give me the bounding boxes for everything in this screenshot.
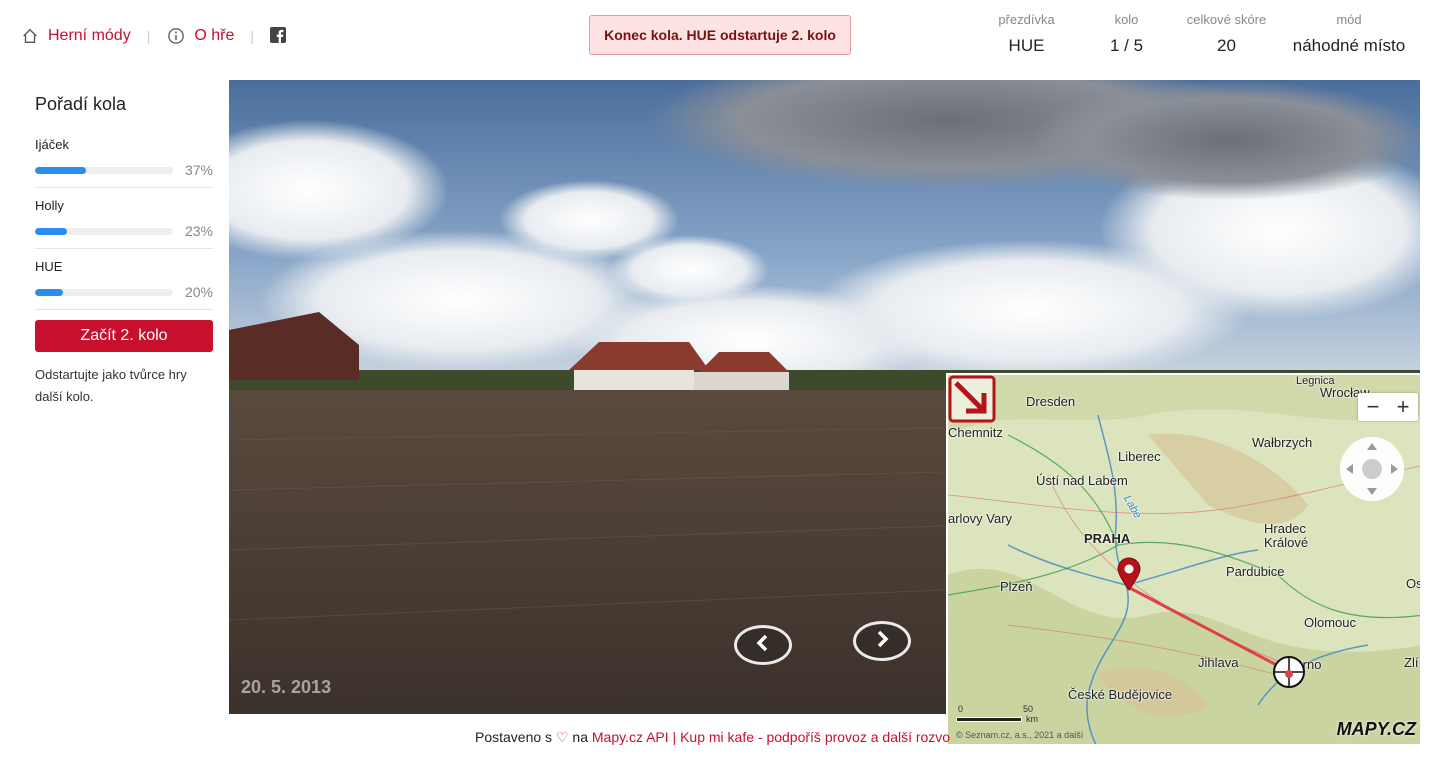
player-percent: 37% xyxy=(184,162,213,178)
nav-game-modes-label: Herní módy xyxy=(48,27,131,44)
zoom-out-button[interactable]: − xyxy=(1358,393,1388,421)
footer-separator: | xyxy=(672,729,677,745)
stat-nickname-value: HUE xyxy=(1008,36,1045,55)
buy-coffee-link[interactable]: Kup mi kafe - podpoříš provoz a další ro… xyxy=(680,729,950,745)
pano-next-button[interactable] xyxy=(853,621,911,661)
pano-previous-button[interactable] xyxy=(734,625,792,665)
stat-round-value: 1 / 5 xyxy=(1109,36,1144,55)
info-icon xyxy=(166,26,186,46)
stat-round: kolo 1 / 5 xyxy=(1079,12,1174,56)
nav-game-modes[interactable]: Herní módy xyxy=(20,26,131,46)
chevron-right-icon xyxy=(872,629,892,654)
map-label: Zlí xyxy=(1404,655,1419,670)
footer: Postaveno s ♡ na Mapy.cz API | Kup mi ka… xyxy=(475,729,950,746)
round-ranking-sidebar: Pořadí kola Ijáček 37% Holly 23% HUE 20%… xyxy=(35,80,213,408)
zoom-controls: − + xyxy=(1358,393,1418,421)
player-percent: 23% xyxy=(184,223,213,239)
map-label: Dresden xyxy=(1026,394,1076,409)
stat-mode-value: náhodné místo xyxy=(1292,36,1406,55)
guess-pin-icon xyxy=(1117,557,1141,591)
score-bar-fill xyxy=(35,288,63,296)
map-label: Liberec xyxy=(1118,449,1161,464)
map-terrain xyxy=(948,375,1420,744)
score-bar xyxy=(35,227,173,235)
map-label: Chemnitz xyxy=(948,425,1003,440)
map-label: arlovy Vary xyxy=(948,511,1013,526)
map-label: PRAHA xyxy=(1084,531,1131,546)
nav-separator: | xyxy=(250,28,254,44)
player-row: HUE 20% xyxy=(35,259,213,310)
mapy-api-link[interactable]: Mapy.cz API xyxy=(592,729,669,745)
collapse-map-button[interactable] xyxy=(948,375,996,423)
player-row: Ijáček 37% xyxy=(35,137,213,188)
stat-nickname-label: přezdívka xyxy=(998,12,1055,27)
facebook-icon[interactable] xyxy=(270,27,288,45)
stat-round-label: kolo xyxy=(1114,12,1139,27)
player-percent: 20% xyxy=(184,284,213,300)
score-bar-fill xyxy=(35,166,87,174)
map-label: Olomouc xyxy=(1304,615,1357,630)
zoom-in-button[interactable]: + xyxy=(1388,393,1418,421)
panorama-date: 20. 5. 2013 xyxy=(241,677,332,697)
target-location-icon xyxy=(1273,656,1305,688)
stat-score-label: celkové skóre xyxy=(1186,12,1267,27)
stat-score: celkové skóre 20 xyxy=(1174,12,1279,56)
map-label: Jihlava xyxy=(1198,655,1239,670)
footer-on: na xyxy=(572,729,588,745)
nav-separator: | xyxy=(146,28,151,44)
nav-about-label: O hře xyxy=(194,27,235,44)
stat-mode-label: mód xyxy=(1336,12,1362,27)
chevron-left-icon xyxy=(753,633,773,658)
home-icon xyxy=(20,26,40,46)
mapy-cz-logo: MAPY.CZ xyxy=(1336,719,1416,739)
heart-icon: ♡ xyxy=(555,729,569,745)
player-name: Ijáček xyxy=(35,137,69,152)
scale-start: 0 xyxy=(958,704,964,714)
score-bar xyxy=(35,166,173,174)
scale-end: 50 xyxy=(1023,704,1034,714)
map-label: Králové xyxy=(1264,535,1309,550)
map-label: Plzeň xyxy=(1000,579,1033,594)
top-nav: Herní módy | O hře | xyxy=(20,24,288,48)
map-scale: 0 50 km xyxy=(956,704,1038,724)
header: Herní módy | O hře | Konec kola. HUE ods… xyxy=(0,0,1439,72)
stat-mode: mód náhodné místo xyxy=(1279,12,1419,56)
map-label: Os xyxy=(1406,576,1422,591)
round-status-alert: Konec kola. HUE odstartuje 2. kolo xyxy=(589,15,851,55)
start-round-button[interactable]: Začít 2. kolo xyxy=(35,320,213,352)
map-attribution[interactable]: © Seznam.cz, a.s., 2021 a další xyxy=(956,730,1083,740)
map-label: Wałbrzych xyxy=(1252,435,1313,450)
player-name: Holly xyxy=(35,198,64,213)
stat-nickname: přezdívka HUE xyxy=(974,12,1079,56)
scale-unit: km xyxy=(1026,714,1038,724)
nav-about[interactable]: O hře xyxy=(166,26,234,46)
stat-score-value: 20 xyxy=(1217,36,1236,55)
footer-built-with: Postaveno s xyxy=(475,729,553,745)
sidebar-title: Pořadí kola xyxy=(35,94,127,114)
map-label: České Budějovice xyxy=(1068,687,1173,702)
map-label: Hradec xyxy=(1264,521,1306,536)
start-round-hint: Odstartujte jako tvůrce hry další kolo. xyxy=(35,367,187,404)
arrow-down-right-icon xyxy=(948,375,996,423)
score-bar-fill xyxy=(35,227,67,235)
compass-icon xyxy=(1346,443,1398,495)
player-name: HUE xyxy=(35,259,63,274)
map-label: Ústí nad Labem xyxy=(1036,473,1128,488)
compass-control[interactable] xyxy=(1340,437,1404,501)
player-row: Holly 23% xyxy=(35,198,213,249)
game-stats: přezdívka HUE kolo 1 / 5 celkové skóre 2… xyxy=(974,12,1419,56)
guess-map[interactable]: Legnica Wrocław Dresden Chemnitz Wałbrzy… xyxy=(946,373,1422,746)
map-label: Pardubice xyxy=(1226,564,1285,579)
score-bar xyxy=(35,288,173,296)
